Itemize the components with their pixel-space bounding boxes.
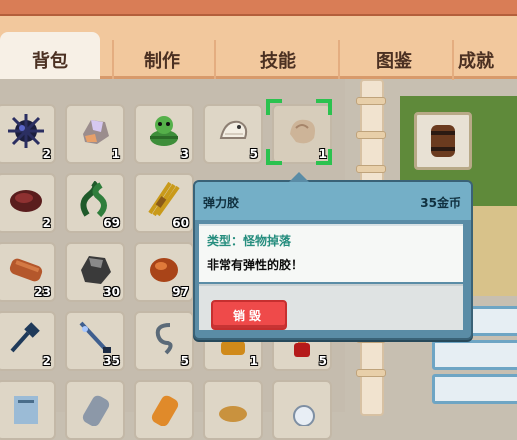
item-count: 97 bbox=[172, 285, 189, 299]
inventory-slot[interactable]: 97 bbox=[134, 242, 194, 302]
wooden-barrel-icon bbox=[431, 125, 455, 157]
black-urchin-icon bbox=[4, 112, 48, 150]
item-count: 1 bbox=[111, 147, 120, 161]
inventory-slot[interactable]: 3 bbox=[134, 104, 194, 164]
inventory-slot[interactable] bbox=[272, 380, 332, 440]
selection-corner bbox=[316, 99, 332, 115]
item-count: 5 bbox=[180, 354, 189, 368]
green-caterpillar-icon bbox=[142, 112, 186, 150]
right-action-slot[interactable] bbox=[432, 340, 517, 370]
wheat-bundle-icon bbox=[142, 181, 186, 219]
preview-slot[interactable] bbox=[414, 112, 472, 170]
inventory-slot[interactable] bbox=[134, 380, 194, 440]
orange-gem-icon bbox=[142, 388, 186, 427]
copper-ore-icon bbox=[142, 250, 186, 288]
item-tooltip: 弹力胶 35金币 类型：怪物掉落 非常有弹性的胶！ 销毁 bbox=[193, 172, 473, 340]
item-type: 类型：怪物掉落 bbox=[207, 234, 292, 248]
divider-rung bbox=[356, 369, 386, 377]
item-count: 35 bbox=[103, 354, 120, 368]
item-count: 69 bbox=[103, 216, 120, 230]
selection-corner bbox=[316, 149, 332, 165]
item-count: 2 bbox=[42, 147, 51, 161]
item-count: 60 bbox=[172, 216, 189, 230]
right-action-slot[interactable] bbox=[432, 374, 517, 404]
tab-divider bbox=[452, 40, 454, 80]
inventory-slot[interactable]: 2 bbox=[0, 104, 56, 164]
tab-divider bbox=[214, 40, 216, 80]
item-name: 弹力胶 bbox=[203, 196, 240, 210]
item-count: 1 bbox=[249, 354, 258, 368]
inventory-slot[interactable]: 30 bbox=[65, 242, 125, 302]
hammer-icon bbox=[4, 319, 48, 357]
crystal-ore-icon bbox=[73, 112, 117, 150]
inventory-slot[interactable]: 23 bbox=[0, 242, 56, 302]
inventory-slot[interactable] bbox=[65, 380, 125, 440]
wood-log-icon bbox=[4, 250, 48, 288]
tab-bar: 背包 制作 技能 图鉴 成就 bbox=[0, 16, 517, 88]
item-count: 5 bbox=[249, 147, 258, 161]
divider-rung bbox=[356, 165, 386, 173]
tooltip-body: 类型：怪物掉落 非常有弹性的胶！ bbox=[199, 224, 463, 282]
selection-corner bbox=[266, 99, 282, 115]
slime-gel-icon bbox=[280, 112, 324, 150]
inventory-slot[interactable]: 60 bbox=[134, 173, 194, 233]
tooltip-arrow bbox=[289, 172, 309, 182]
coal-ore-icon bbox=[73, 250, 117, 288]
item-count: 23 bbox=[34, 285, 51, 299]
stone-icon bbox=[73, 388, 117, 427]
book-icon bbox=[4, 388, 48, 426]
inventory-slot[interactable] bbox=[0, 380, 56, 440]
inventory-slot[interactable]: 5 bbox=[203, 104, 263, 164]
divider-rung bbox=[356, 97, 386, 105]
inventory-slot[interactable]: 35 bbox=[65, 311, 125, 371]
tab-divider bbox=[112, 40, 114, 80]
item-count: 2 bbox=[42, 216, 51, 230]
item-count: 2 bbox=[42, 354, 51, 368]
red-stone-icon bbox=[4, 181, 48, 219]
selection-corner bbox=[266, 149, 282, 165]
item-description: 非常有弹性的胶！ bbox=[207, 258, 304, 272]
item-count: 3 bbox=[180, 147, 189, 161]
green-vine-icon bbox=[73, 180, 117, 219]
rope-icon bbox=[142, 319, 186, 357]
tab-divider bbox=[338, 40, 340, 80]
inventory-slot[interactable]: 5 bbox=[134, 311, 194, 371]
item-count: 5 bbox=[318, 354, 327, 368]
inventory-slot[interactable]: 2 bbox=[0, 173, 56, 233]
inventory-slot[interactable]: 69 bbox=[65, 173, 125, 233]
item-count: 30 bbox=[103, 285, 120, 299]
item-price: 35金币 bbox=[420, 196, 461, 210]
top-strip bbox=[0, 0, 517, 16]
tooltip-header: 弹力胶 35金币 bbox=[195, 182, 471, 220]
tooltip-footer: 销毁 bbox=[199, 284, 463, 330]
bread-icon bbox=[211, 388, 255, 426]
destroy-button[interactable]: 销毁 bbox=[211, 300, 287, 330]
divider-rung bbox=[356, 131, 386, 139]
inventory-slot[interactable] bbox=[203, 380, 263, 440]
sword-icon bbox=[73, 319, 117, 357]
tab-achievements[interactable]: 成就 bbox=[458, 32, 517, 88]
pearl-icon bbox=[280, 388, 324, 427]
white-larva-icon bbox=[211, 112, 255, 150]
inventory-slot[interactable]: 1 bbox=[65, 104, 125, 164]
inventory-slot[interactable]: 2 bbox=[0, 311, 56, 371]
